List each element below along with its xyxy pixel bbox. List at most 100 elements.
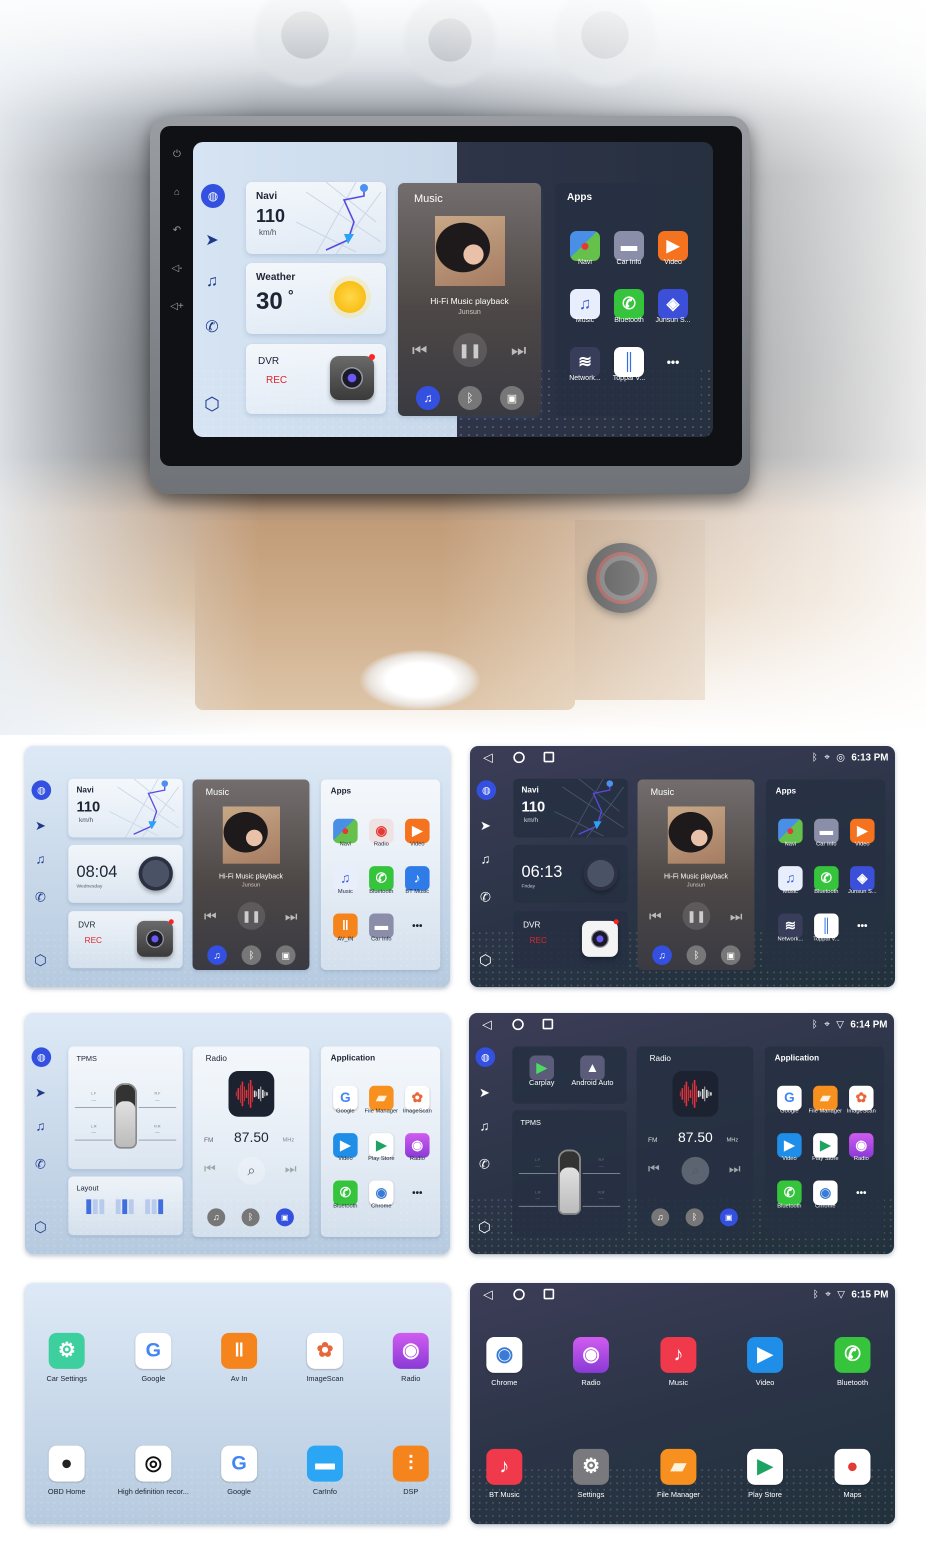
cube-icon[interactable]: ⬡	[477, 952, 495, 969]
seek-forward-button[interactable]: ⏭	[729, 1163, 741, 1178]
app-item[interactable]: ▶ Play Store	[807, 1133, 845, 1175]
album-art[interactable]	[435, 216, 505, 286]
app-item[interactable]: ♫ Music	[772, 866, 810, 908]
seek-back-button[interactable]: ⏮	[204, 1163, 216, 1178]
home-button[interactable]	[512, 1018, 524, 1031]
pause-button[interactable]: ❚❚	[682, 902, 711, 930]
app-item[interactable]: ≋ Network...	[772, 913, 810, 956]
layout-option-icon[interactable]	[115, 1199, 134, 1215]
phone-icon[interactable]: ✆	[32, 1156, 50, 1172]
app-item[interactable]: G Google	[198, 1445, 280, 1515]
app-item[interactable]: ⫶ DSP	[370, 1445, 450, 1515]
app-item[interactable]: ⚙ Car Settings	[26, 1332, 108, 1402]
radio-source-button[interactable]: ▣	[275, 945, 296, 966]
music-source-button[interactable]: ♫	[207, 945, 227, 966]
app-item[interactable]: G Google	[771, 1085, 809, 1128]
bluetooth-source-button[interactable]: ᛒ	[241, 945, 262, 966]
app-item[interactable]: ▶ Video	[771, 1133, 809, 1175]
app-item[interactable]: ♪ Music	[638, 1336, 720, 1406]
navigation-icon[interactable]: ➤	[476, 1085, 494, 1101]
recents-button[interactable]	[543, 1288, 555, 1300]
music-source-button[interactable]: ♫	[652, 945, 672, 966]
app-item[interactable]: G Google	[112, 1332, 194, 1402]
app-item[interactable]: ◉ Radio	[399, 1133, 437, 1175]
app-item[interactable]: ◈ Junsun S...	[844, 866, 882, 908]
layout-option-icon[interactable]	[86, 1199, 105, 1215]
previous-button[interactable]: ⏮	[649, 909, 662, 925]
app-item[interactable]: ● Maps	[812, 1448, 894, 1518]
music-source-button[interactable]: ♫	[207, 1208, 226, 1227]
seek-forward-button[interactable]: ⏭	[285, 1163, 297, 1178]
radio-source-button[interactable]: ▣	[720, 945, 741, 966]
app-item[interactable]: ✆ Bluetooth	[606, 289, 652, 341]
power-icon[interactable]: ⏻	[166, 136, 188, 174]
app-item[interactable]: ▰ File Manager	[638, 1448, 720, 1518]
album-art[interactable]	[222, 806, 280, 864]
app-item[interactable]: ◉ Chrome	[470, 1336, 545, 1406]
pause-button[interactable]: ❚❚	[237, 902, 266, 930]
app-item[interactable]: ✆ Bluetooth	[327, 1180, 365, 1223]
app-item[interactable]: ◉ Chrome	[807, 1180, 845, 1223]
app-item[interactable]: ✆ Bluetooth	[363, 866, 401, 908]
app-item[interactable]: ▬ Car Info	[808, 818, 846, 861]
radio-source-button[interactable]: ▣	[275, 1208, 294, 1227]
bluetooth-source-button[interactable]: ᛒ	[458, 386, 482, 410]
app-item[interactable]: ≋ Network...	[562, 347, 608, 399]
radio-waveform-icon[interactable]	[228, 1071, 275, 1117]
app-item[interactable]: ▶ Carplay	[515, 1055, 569, 1099]
app-item[interactable]: ▶ Video	[724, 1336, 806, 1406]
app-item[interactable]: ⚙ Settings	[550, 1448, 632, 1518]
pause-button[interactable]: ❚❚	[453, 333, 487, 367]
app-item[interactable]: •••	[650, 347, 696, 399]
app-item[interactable]: ● Navi	[772, 818, 810, 861]
app-item[interactable]: •••	[843, 1181, 881, 1223]
app-item[interactable]: ◉ Radio	[843, 1133, 881, 1175]
music-note-icon[interactable]: ♫	[32, 853, 50, 868]
app-item[interactable]: ▶ Play Store	[724, 1448, 806, 1518]
navigation-icon[interactable]: ➤	[32, 818, 50, 834]
home-icon[interactable]: ⌂	[166, 174, 188, 212]
navigation-icon[interactable]: ➤	[477, 818, 495, 834]
app-item[interactable]: ▶ Video	[844, 818, 882, 861]
app-item[interactable]: ▬ Car Info	[363, 913, 401, 956]
app-item[interactable]: ▬ CarInfo	[284, 1445, 366, 1515]
app-item[interactable]: ♪ BT Music	[470, 1448, 545, 1518]
layout-widget[interactable]: Layout	[68, 1176, 183, 1236]
recents-button[interactable]	[543, 751, 555, 763]
app-item[interactable]: ▶ Video	[399, 818, 437, 861]
app-item[interactable]: ✿ ImageScan	[399, 1085, 437, 1128]
app-item[interactable]: ✆ Bluetooth	[771, 1180, 809, 1223]
back-button[interactable]: ◁	[483, 750, 492, 765]
app-item[interactable]: ✿ ImageScan	[284, 1332, 366, 1402]
microphone-icon[interactable]: ◍	[201, 184, 225, 208]
music-note-icon[interactable]: ♫	[201, 273, 223, 291]
app-item[interactable]: ♪ BT Music	[399, 866, 437, 908]
microphone-icon[interactable]: ◍	[31, 1047, 52, 1067]
cube-icon[interactable]: ⬡	[476, 1219, 494, 1236]
microphone-icon[interactable]: ◍	[476, 780, 497, 800]
microphone-icon[interactable]: ◍	[31, 780, 52, 800]
next-button[interactable]: ⏭	[511, 341, 526, 361]
app-item[interactable]: ▶ Video	[650, 231, 696, 283]
phone-icon[interactable]: ✆	[201, 317, 223, 337]
widget-clock[interactable]: 08:04 Wednesday	[68, 844, 183, 903]
app-item[interactable]: G Google	[327, 1085, 365, 1128]
app-item[interactable]: •••	[399, 914, 437, 956]
app-item[interactable]: ▶ Play Store	[363, 1133, 401, 1175]
app-item[interactable]: ✿ ImageScan	[843, 1085, 881, 1128]
radio-source-button[interactable]: ▣	[500, 386, 524, 410]
music-note-icon[interactable]: ♫	[476, 1120, 494, 1135]
next-button[interactable]: ⏭	[285, 909, 298, 925]
seek-back-button[interactable]: ⏮	[648, 1163, 660, 1178]
app-item[interactable]: ✆ Bluetooth	[808, 866, 846, 908]
app-item[interactable]: ✆ Bluetooth	[812, 1336, 894, 1406]
app-item[interactable]: ◉ Radio	[370, 1332, 450, 1402]
app-item[interactable]: ‖ Av In	[198, 1332, 280, 1402]
widget-clock[interactable]: 06:13 Friday	[513, 844, 628, 903]
search-button[interactable]: ⌕	[681, 1156, 710, 1185]
app-item[interactable]: ▰ File Manager	[363, 1085, 401, 1128]
app-item[interactable]: ▶ Video	[327, 1133, 365, 1175]
volume-up-icon[interactable]: ◁+	[166, 288, 188, 326]
phone-icon[interactable]: ✆	[477, 889, 495, 905]
radio-waveform-icon[interactable]	[672, 1071, 719, 1117]
